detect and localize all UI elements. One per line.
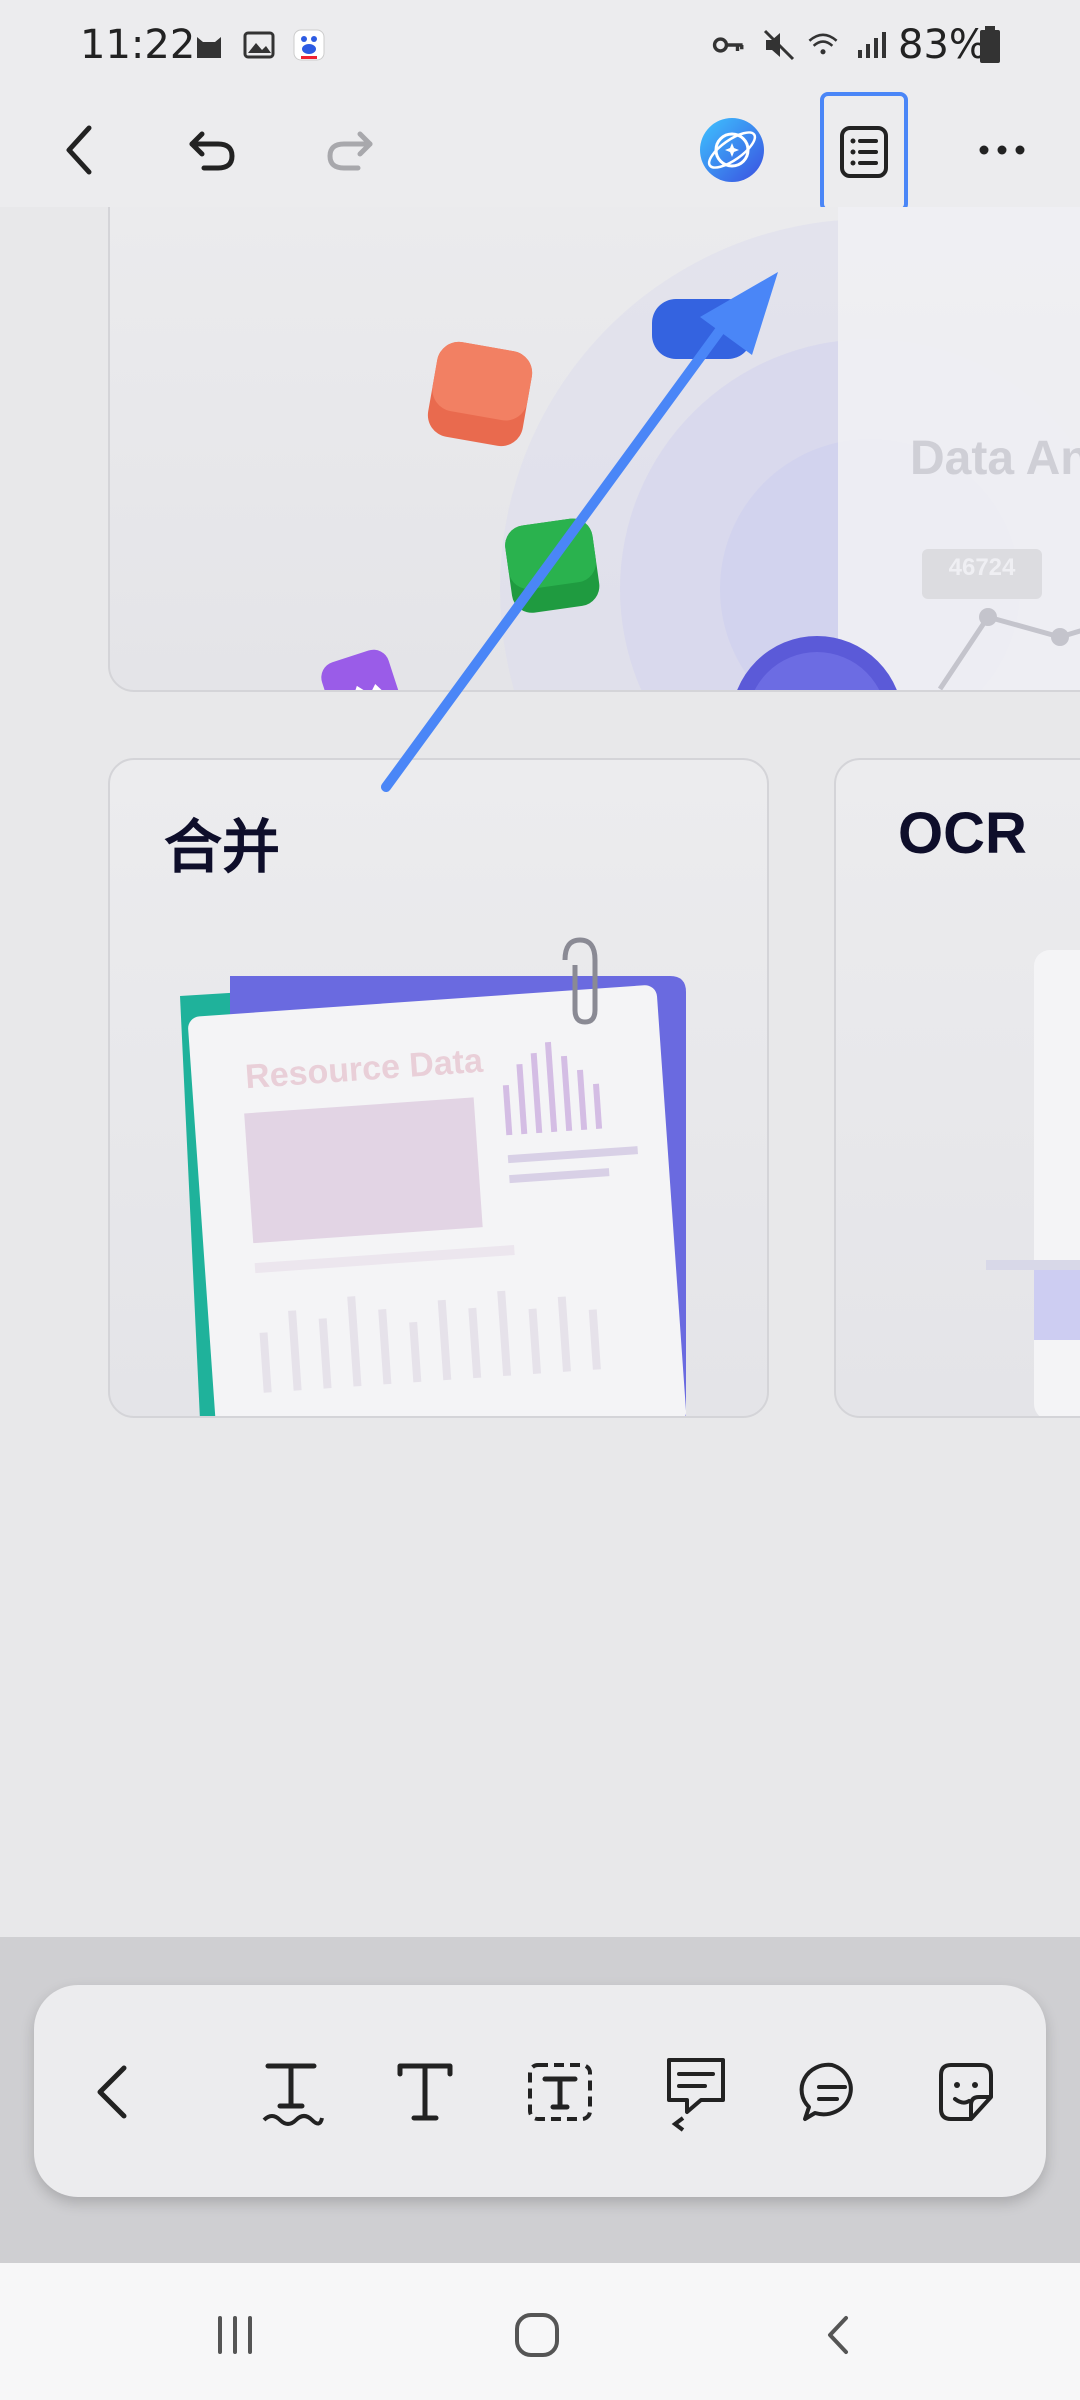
mute-icon <box>763 29 795 61</box>
text-underline-squiggly-icon <box>262 2063 324 2126</box>
nav-back-icon <box>828 2316 848 2354</box>
redo-button[interactable] <box>304 104 396 196</box>
editor-toolbar <box>0 92 1080 209</box>
ai-assistant-icon <box>700 118 764 182</box>
text-icon <box>397 2063 453 2121</box>
more-icon <box>979 145 1025 155</box>
nav-back-button[interactable] <box>804 2300 874 2370</box>
ai-assistant-button[interactable] <box>686 104 778 196</box>
home-icon <box>515 2313 559 2357</box>
more-button[interactable] <box>956 104 1048 196</box>
vpn-key-icon <box>712 37 744 53</box>
wifi-icon <box>808 33 838 55</box>
outline-icon <box>840 126 888 178</box>
status-time: 11:22 <box>80 22 196 68</box>
redo-icon <box>327 131 373 171</box>
comment-tool[interactable] <box>792 2052 872 2132</box>
recents-icon <box>218 2316 252 2354</box>
note-reply-icon <box>667 2058 725 2132</box>
squiggly-underline-tool[interactable] <box>251 2052 331 2132</box>
back-button[interactable] <box>34 104 126 196</box>
undo-button[interactable] <box>166 104 258 196</box>
comment-icon <box>799 2062 853 2121</box>
sticker-icon <box>939 2063 993 2121</box>
chevron-left-icon <box>97 2065 127 2119</box>
battery-icon <box>980 26 1000 63</box>
cat-notification-icon <box>197 37 221 58</box>
recents-button[interactable] <box>200 2300 270 2370</box>
textbox-icon <box>528 2063 592 2121</box>
battery-percent: 83% <box>898 22 987 68</box>
sticker-tool[interactable] <box>926 2052 1006 2132</box>
guide-arrow <box>381 272 778 792</box>
undo-icon <box>189 131 235 171</box>
add-text-tool[interactable] <box>385 2052 465 2132</box>
annotation-scroll-left-button[interactable] <box>76 2052 156 2132</box>
outline-button[interactable] <box>820 92 908 212</box>
signal-icon <box>858 32 886 58</box>
note-reply-tool[interactable] <box>656 2052 736 2132</box>
back-icon <box>66 125 92 175</box>
gallery-notification-icon <box>243 31 275 59</box>
home-button[interactable] <box>502 2300 572 2370</box>
document-canvas[interactable]: Data An 46724 合并 Resource Data OCR <box>0 207 1080 1937</box>
textbox-tool[interactable] <box>520 2052 600 2132</box>
baidu-notification-icon <box>293 29 325 61</box>
